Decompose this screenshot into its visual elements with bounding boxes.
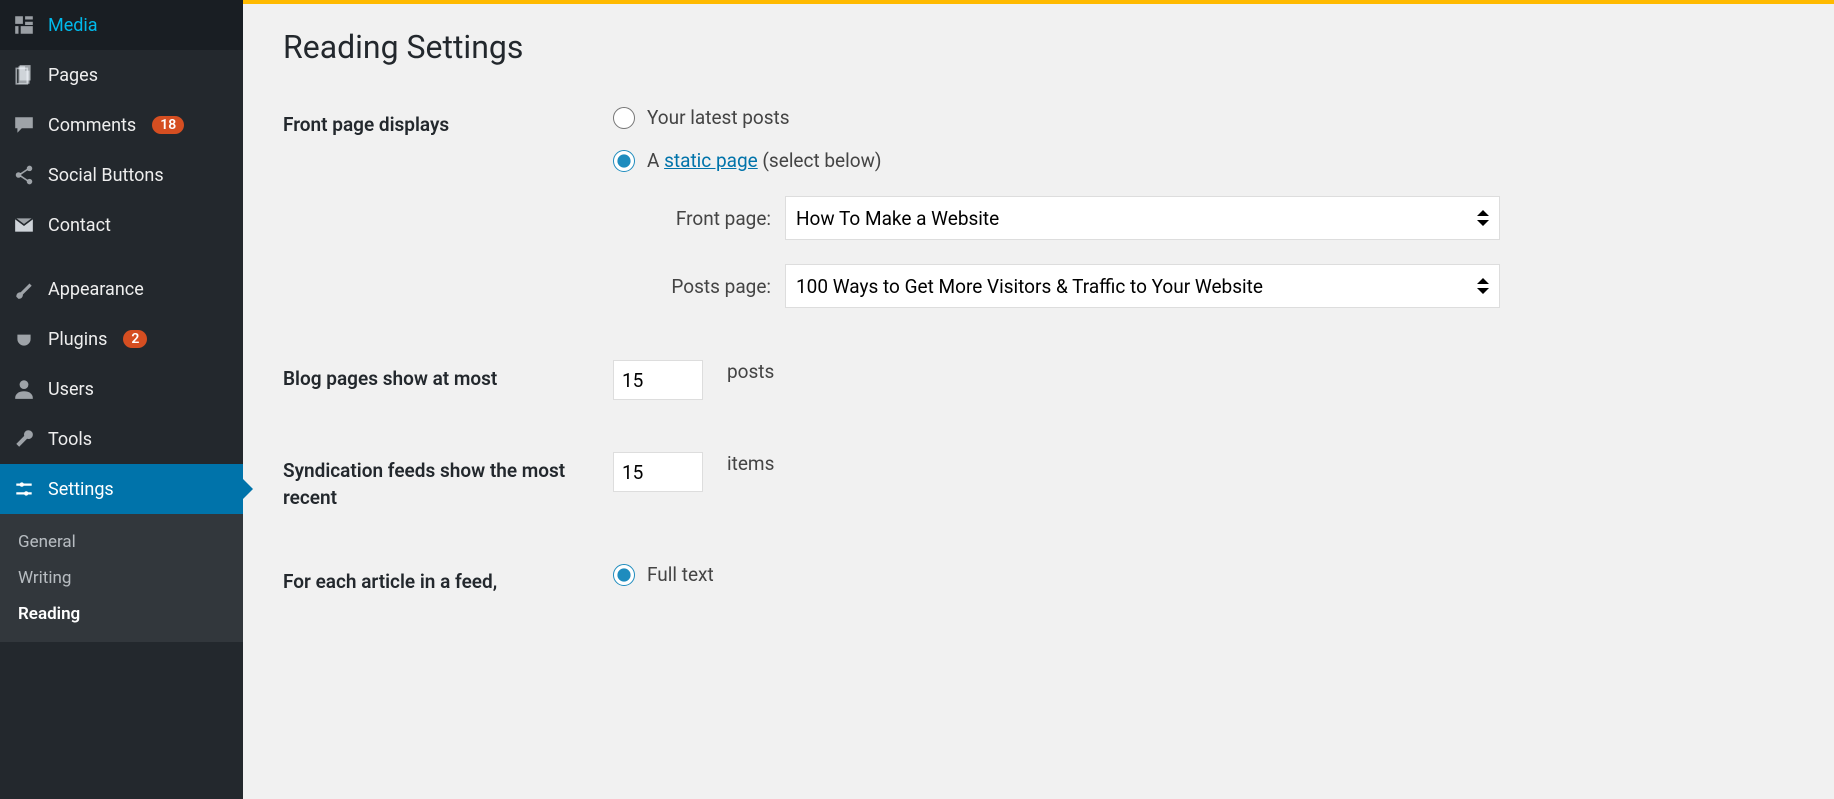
front-page-select-row: Front page: How To Make a Website bbox=[641, 196, 1794, 240]
sidebar-item-tools[interactable]: Tools bbox=[0, 414, 243, 464]
sidebar-item-label: Settings bbox=[48, 479, 114, 500]
plug-icon bbox=[12, 327, 36, 351]
posts-page-select[interactable]: 100 Ways to Get More Visitors & Traffic … bbox=[785, 264, 1500, 308]
sidebar-item-media[interactable]: Media bbox=[0, 0, 243, 50]
front-page-select-label: Front page: bbox=[641, 207, 771, 230]
comments-icon bbox=[12, 113, 36, 137]
sidebar-item-label: Plugins bbox=[48, 329, 107, 350]
admin-sidebar: Media Pages Comments 18 Social Buttons C… bbox=[0, 0, 243, 799]
static-page-link[interactable]: static page bbox=[664, 149, 758, 172]
submenu-item-writing[interactable]: Writing bbox=[0, 560, 243, 596]
radio-latest-posts-input[interactable] bbox=[613, 107, 635, 129]
label-blog-pages: Blog pages show at most bbox=[283, 356, 613, 448]
row-front-page-displays: Front page displays Your latest posts A … bbox=[283, 102, 1794, 356]
sidebar-item-label: Users bbox=[48, 379, 94, 400]
syndication-unit: items bbox=[727, 452, 774, 475]
submenu-item-reading[interactable]: Reading bbox=[0, 596, 243, 632]
sidebar-item-contact[interactable]: Contact bbox=[0, 200, 243, 250]
pages-icon bbox=[12, 63, 36, 87]
blog-pages-unit: posts bbox=[727, 360, 774, 383]
radio-full-text[interactable]: Full text bbox=[613, 563, 1794, 586]
sidebar-item-settings[interactable]: Settings bbox=[0, 464, 243, 514]
front-page-select[interactable]: How To Make a Website bbox=[785, 196, 1500, 240]
submenu-item-general[interactable]: General bbox=[0, 524, 243, 560]
radio-full-text-input[interactable] bbox=[613, 564, 635, 586]
sidebar-item-label: Tools bbox=[48, 429, 92, 450]
posts-page-select-label: Posts page: bbox=[641, 275, 771, 298]
sidebar-item-users[interactable]: Users bbox=[0, 364, 243, 414]
sidebar-item-comments[interactable]: Comments 18 bbox=[0, 100, 243, 150]
row-syndication: Syndication feeds show the most recent i… bbox=[283, 448, 1794, 559]
posts-page-select-row: Posts page: 100 Ways to Get More Visitor… bbox=[641, 264, 1794, 308]
share-icon bbox=[12, 163, 36, 187]
row-blog-pages: Blog pages show at most posts bbox=[283, 356, 1794, 448]
sidebar-item-label: Contact bbox=[48, 215, 111, 236]
settings-form: Front page displays Your latest posts A … bbox=[283, 102, 1794, 654]
comments-badge: 18 bbox=[152, 116, 184, 134]
sidebar-item-label: Appearance bbox=[48, 279, 144, 300]
blog-pages-input[interactable] bbox=[613, 360, 703, 400]
user-icon bbox=[12, 377, 36, 401]
radio-latest-posts[interactable]: Your latest posts bbox=[613, 106, 1794, 129]
menu-separator bbox=[0, 250, 243, 264]
label-syndication: Syndication feeds show the most recent bbox=[283, 448, 613, 559]
sidebar-item-plugins[interactable]: Plugins 2 bbox=[0, 314, 243, 364]
plugins-badge: 2 bbox=[123, 330, 147, 348]
sidebar-item-appearance[interactable]: Appearance bbox=[0, 264, 243, 314]
sidebar-item-label: Pages bbox=[48, 65, 98, 86]
sidebar-item-label: Social Buttons bbox=[48, 165, 164, 186]
sidebar-item-social-buttons[interactable]: Social Buttons bbox=[0, 150, 243, 200]
notice-bar bbox=[243, 0, 1834, 4]
wrench-icon bbox=[12, 427, 36, 451]
settings-submenu: General Writing Reading bbox=[0, 514, 243, 642]
sidebar-item-label: Media bbox=[48, 15, 98, 36]
radio-full-text-label: Full text bbox=[647, 563, 714, 586]
radio-static-page-label: A static page (select below) bbox=[647, 149, 881, 172]
radio-static-page[interactable]: A static page (select below) bbox=[613, 149, 1794, 172]
sliders-icon bbox=[12, 477, 36, 501]
page-title: Reading Settings bbox=[283, 28, 1794, 66]
sidebar-item-label: Comments bbox=[48, 115, 136, 136]
syndication-input[interactable] bbox=[613, 452, 703, 492]
radio-static-page-input[interactable] bbox=[613, 150, 635, 172]
main-content: Reading Settings Front page displays You… bbox=[243, 0, 1834, 799]
media-icon bbox=[12, 13, 36, 37]
row-feed-article: For each article in a feed, Full text bbox=[283, 559, 1794, 654]
label-front-page-displays: Front page displays bbox=[283, 102, 613, 356]
sidebar-item-pages[interactable]: Pages bbox=[0, 50, 243, 100]
label-feed-article: For each article in a feed, bbox=[283, 559, 613, 654]
brush-icon bbox=[12, 277, 36, 301]
envelope-icon bbox=[12, 213, 36, 237]
radio-latest-posts-label: Your latest posts bbox=[647, 106, 790, 129]
